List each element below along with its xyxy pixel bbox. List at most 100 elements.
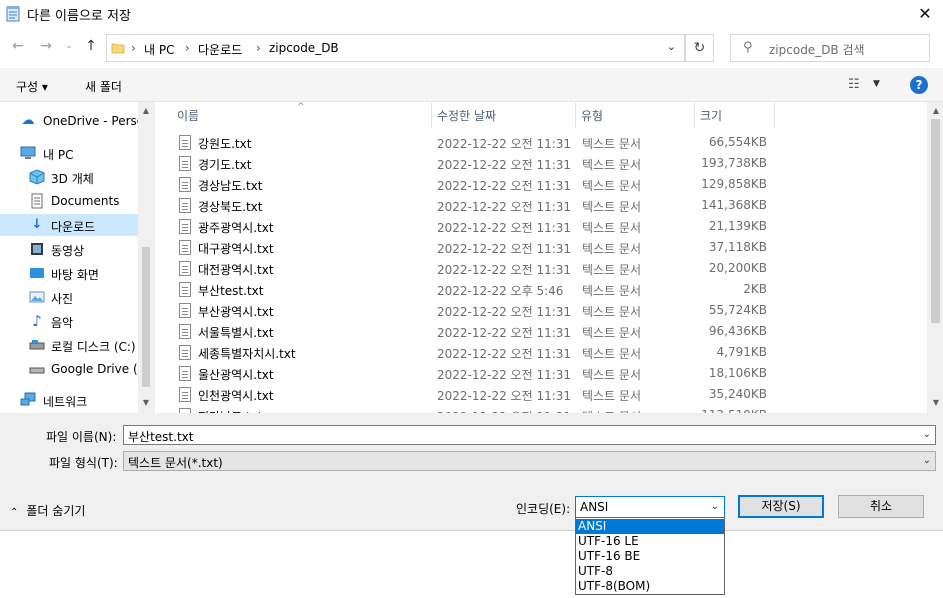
sidebar-item-local-disk[interactable]: 로컬 디스크 (C:): [0, 334, 138, 356]
breadcrumb-my-pc[interactable]: 내 PC: [144, 41, 174, 58]
chevron-down-icon[interactable]: ⌄: [923, 455, 931, 466]
scroll-down-icon[interactable]: ▼: [929, 398, 943, 407]
address-bar[interactable]: › 내 PC › 다운로드 › zipcode_DB ⌄: [106, 34, 685, 62]
sidebar-item-label: Google Drive (G: [51, 362, 138, 376]
sidebar-item-label: 음악: [51, 316, 74, 330]
save-button[interactable]: 저장(S): [738, 495, 824, 518]
scrollbar-thumb[interactable]: [142, 247, 150, 387]
column-header-date[interactable]: 수정한 날짜: [432, 102, 576, 128]
sidebar-item-network[interactable]: 네트워크: [0, 389, 138, 411]
sidebar-item-videos[interactable]: 동영상: [0, 238, 138, 260]
recent-locations-icon[interactable]: ⌄: [61, 41, 77, 51]
file-row[interactable]: 경상북도.txt 2022-12-22 오전 11:31 텍스트 문서 141,368…: [155, 195, 775, 216]
network-icon: [20, 392, 36, 406]
file-row[interactable]: 세종특별자치시.txt 2022-12-22 오전 11:31 텍스트 문서 4,79…: [155, 342, 775, 363]
music-icon: ♪: [32, 312, 42, 330]
sidebar-item-pictures[interactable]: 사진: [0, 286, 138, 308]
hide-folders-toggle[interactable]: ⌃ 폴더 숨기기: [10, 502, 85, 519]
encoding-option-ansi[interactable]: ANSI: [576, 519, 724, 534]
scroll-down-icon[interactable]: ▼: [139, 398, 153, 407]
sidebar-scrollbar[interactable]: ▲ ▼: [138, 102, 154, 413]
pictures-icon: [29, 291, 45, 303]
file-row[interactable]: 부산test.txt 2022-12-22 오후 5:46 텍스트 문서 2KB: [155, 279, 775, 300]
chevron-down-icon[interactable]: ⌄: [923, 429, 931, 440]
encoding-option-utf8-bom[interactable]: UTF-8(BOM): [576, 579, 724, 594]
breadcrumb-zipcode-db[interactable]: zipcode_DB: [269, 41, 339, 55]
computer-icon: [20, 146, 36, 159]
close-icon: ✕: [918, 4, 932, 23]
encoding-option-utf16le[interactable]: UTF-16 LE: [576, 534, 724, 549]
sidebar-item-my-pc[interactable]: 내 PC: [0, 142, 138, 164]
column-header-type[interactable]: 유형: [576, 102, 695, 128]
file-type: 텍스트 문서: [582, 200, 642, 214]
sidebar-item-music[interactable]: ♪ 음악: [0, 310, 138, 332]
column-header-label: 크기: [700, 109, 723, 123]
breadcrumb-downloads[interactable]: 다운로드: [198, 41, 242, 58]
scroll-up-icon[interactable]: ▲: [139, 106, 153, 115]
encoding-option-utf8[interactable]: UTF-8: [576, 564, 724, 579]
sidebar-item-google-drive[interactable]: Google Drive (G: [0, 358, 138, 380]
file-row[interactable]: 부산광역시.txt 2022-12-22 오전 11:31 텍스트 문서 55,724…: [155, 300, 775, 321]
text-file-icon: [179, 156, 191, 171]
disk-icon: [29, 340, 45, 350]
chevron-down-icon[interactable]: ⌄: [667, 40, 676, 53]
file-row[interactable]: 인천광역시.txt 2022-12-22 오전 11:31 텍스트 문서 35,240…: [155, 384, 775, 405]
sidebar-item-label: Documents: [51, 194, 120, 208]
sidebar-item-3d-objects[interactable]: 3D 개체: [0, 166, 138, 188]
window-title: 다른 이름으로 저장: [27, 9, 131, 24]
file-row[interactable]: 울산광역시.txt 2022-12-22 오전 11:31 텍스트 문서 18,106…: [155, 363, 775, 384]
file-row[interactable]: 경상남도.txt 2022-12-22 오전 11:31 텍스트 문서 129,858…: [155, 174, 775, 195]
file-date: 2022-12-22 오전 11:31: [437, 326, 572, 340]
file-name: 서울특별시.txt: [198, 326, 274, 340]
encoding-option-utf16be[interactable]: UTF-16 BE: [576, 549, 724, 564]
close-button[interactable]: ✕: [913, 4, 937, 24]
column-header-name[interactable]: 이름: [155, 102, 432, 128]
file-type: 텍스트 문서: [582, 179, 642, 193]
back-arrow-icon[interactable]: ←: [10, 38, 26, 54]
scroll-up-icon[interactable]: ▲: [929, 106, 943, 115]
file-row[interactable]: 서울특별시.txt 2022-12-22 오전 11:31 텍스트 문서 96,436…: [155, 321, 775, 342]
view-options-icon[interactable]: ☷: [848, 77, 860, 92]
file-list-scrollbar[interactable]: ▲ ▼: [927, 102, 943, 413]
text-file-icon: [179, 408, 191, 413]
refresh-button[interactable]: ↻: [685, 34, 714, 62]
file-row[interactable]: 경기도.txt 2022-12-22 오전 11:31 텍스트 문서 193,738K…: [155, 153, 775, 174]
file-size: 193,738KB: [701, 156, 767, 170]
file-row[interactable]: 대구광역시.txt 2022-12-22 오전 11:31 텍스트 문서 37,118…: [155, 237, 775, 258]
column-header-size[interactable]: 크기: [695, 102, 775, 128]
chevron-down-icon[interactable]: ⌄: [711, 501, 719, 512]
chevron-up-icon: ⌃: [10, 507, 19, 518]
sidebar-item-onedrive[interactable]: ☁ OneDrive - Person: [0, 110, 139, 132]
encoding-select[interactable]: ANSI ⌄: [575, 496, 725, 518]
file-date: 2022-12-22 오전 11:31: [437, 179, 572, 193]
sidebar-item-desktop[interactable]: 바탕 화면: [0, 262, 138, 284]
sidebar-item-documents[interactable]: Documents: [0, 190, 138, 212]
forward-arrow-icon[interactable]: →: [38, 38, 54, 54]
file-row[interactable]: 강원도.txt 2022-12-22 오전 11:31 텍스트 문서 66,554KB: [155, 132, 775, 153]
file-date: 2022-12-22 오전 11:31: [437, 137, 572, 151]
filetype-select[interactable]: 텍스트 문서(*.txt) ⌄: [123, 451, 936, 471]
column-header-label: 유형: [581, 109, 604, 123]
sidebar-item-downloads[interactable]: ↓ 다운로드: [0, 214, 138, 236]
file-date: 2022-12-22 오전 11:31: [437, 408, 571, 413]
notepad-icon: [6, 6, 20, 22]
breadcrumb-separator: ›: [256, 41, 261, 55]
title-bar: 다른 이름으로 저장 ✕: [0, 0, 943, 28]
file-type: 텍스트 문서: [582, 408, 641, 413]
filename-input[interactable]: 부산test.txt ⌄: [123, 425, 936, 445]
new-folder-button[interactable]: 새 폴더: [85, 78, 122, 95]
file-row[interactable]: 대전광역시.txt 2022-12-22 오전 11:31 텍스트 문서 20,200…: [155, 258, 775, 279]
view-dropdown-icon[interactable]: ▼: [873, 79, 880, 89]
cancel-button[interactable]: 취소: [838, 495, 924, 518]
file-row[interactable]: 전라남도.txt 2022-12-22 오전 11:31 텍스트 문서 112,519…: [155, 405, 775, 413]
search-input[interactable]: ⚲ zipcode_DB 검색: [730, 34, 930, 62]
up-arrow-icon[interactable]: ↑: [83, 38, 99, 54]
organize-button[interactable]: 구성 ▾: [16, 78, 48, 95]
help-icon[interactable]: ?: [910, 76, 928, 94]
file-date: 2022-12-22 오전 11:31: [437, 368, 572, 382]
encoding-label: 인코딩(E):: [516, 502, 571, 516]
file-row[interactable]: 광주광역시.txt 2022-12-22 오전 11:31 텍스트 문서 21,139…: [155, 216, 775, 237]
scrollbar-thumb[interactable]: [931, 119, 940, 323]
filetype-value: 텍스트 문서(*.txt): [128, 456, 223, 470]
file-name: 광주광역시.txt: [198, 221, 274, 235]
